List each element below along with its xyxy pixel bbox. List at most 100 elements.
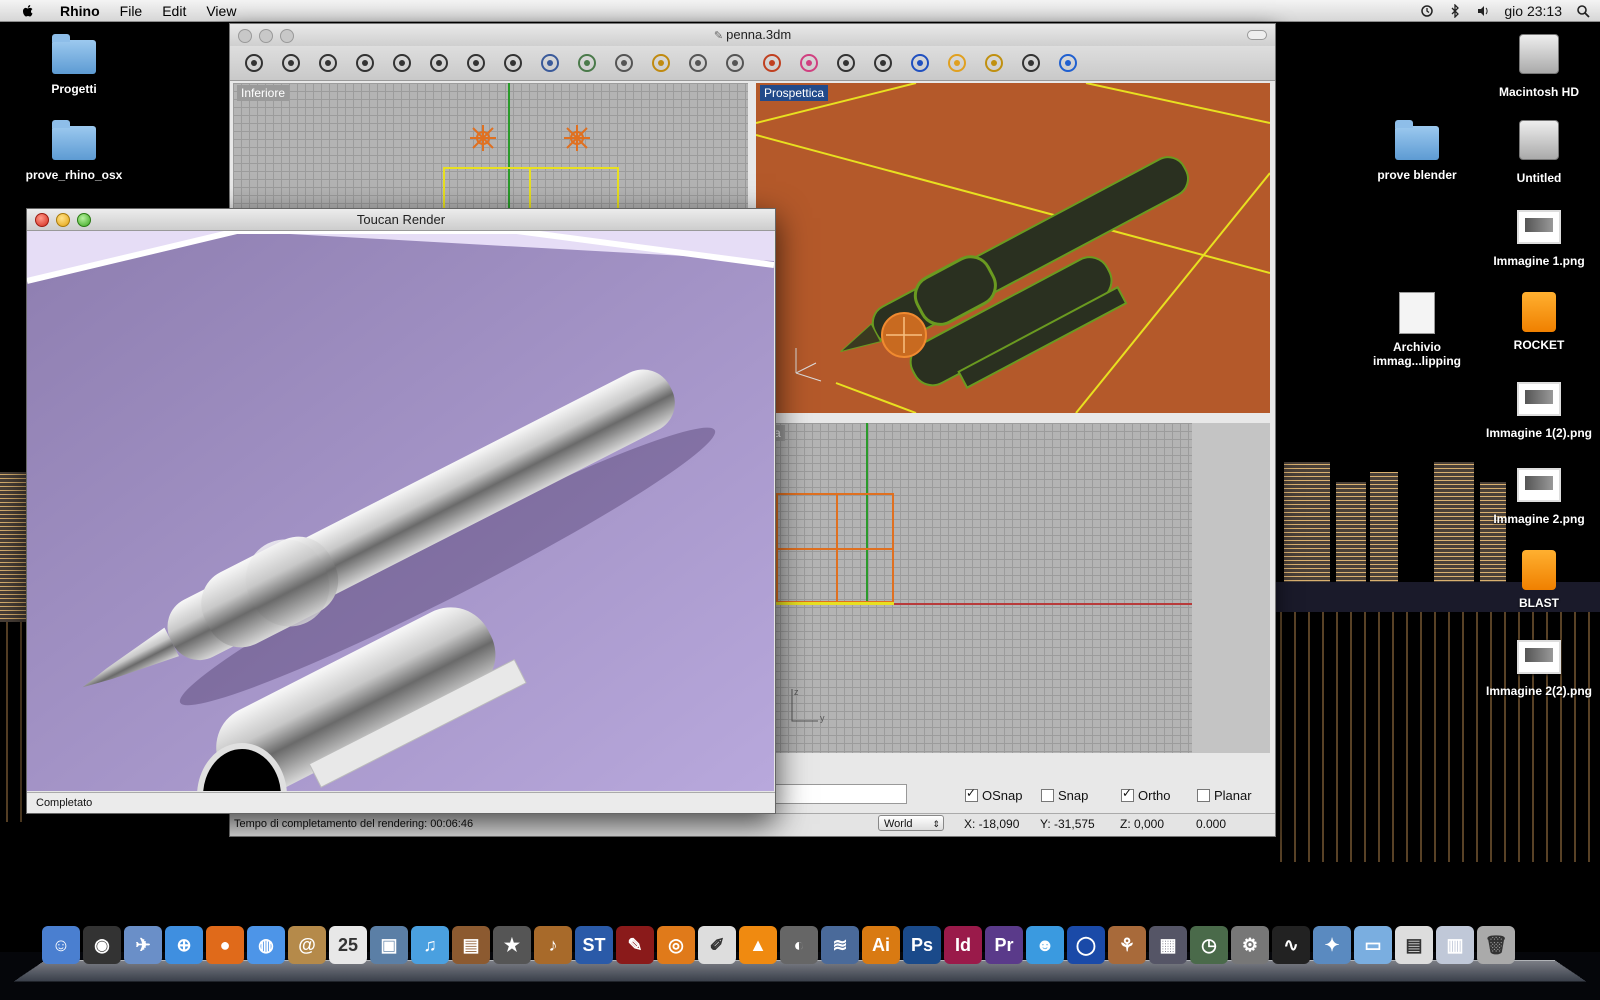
zoom-icon[interactable]	[280, 29, 294, 43]
ortho-toggle[interactable]: Ortho	[1121, 786, 1171, 803]
rhino-titlebar[interactable]: ✎ penna.3dm	[230, 24, 1275, 46]
command-input[interactable]	[775, 784, 907, 804]
lock-icon[interactable]	[721, 49, 749, 77]
desktop-icon-rocket[interactable]: ROCKET	[1484, 288, 1594, 352]
zoom-selected-icon[interactable]	[425, 49, 453, 77]
menu-edit[interactable]: Edit	[152, 3, 196, 19]
rhino-app-icon[interactable]: ✎	[616, 926, 654, 964]
desktop-icon-macintosh-hd[interactable]: Macintosh HD	[1484, 30, 1594, 99]
photo-booth-icon[interactable]: ▤	[452, 926, 490, 964]
volume-icon[interactable]	[1476, 4, 1490, 18]
snap-toggle[interactable]: Snap	[1041, 788, 1088, 803]
hand-pan-icon[interactable]	[240, 49, 268, 77]
rotate-view-icon[interactable]	[277, 49, 305, 77]
planar-toggle[interactable]: Planar	[1197, 788, 1252, 803]
osnap-toggle[interactable]: OSnap	[965, 786, 1022, 803]
minimize-icon[interactable]	[56, 213, 70, 227]
layer-icon[interactable]	[758, 49, 786, 77]
clock[interactable]: gio 23:13	[1504, 3, 1562, 19]
osnap-checkbox[interactable]	[965, 786, 978, 802]
zoom-icon[interactable]	[314, 49, 342, 77]
render-sphere-icon[interactable]	[906, 49, 934, 77]
close-icon[interactable]	[238, 29, 252, 43]
close-icon[interactable]	[35, 213, 49, 227]
apple-menu-icon[interactable]	[20, 3, 36, 19]
viewport-prospettica[interactable]: Prospettica	[756, 83, 1270, 413]
script-editor-icon[interactable]: ✐	[698, 926, 736, 964]
spotlight-search-icon[interactable]	[1576, 4, 1590, 18]
vlc-icon[interactable]: ▲	[739, 926, 777, 964]
garageband-icon[interactable]: ♪	[534, 926, 572, 964]
menu-view[interactable]: View	[196, 3, 246, 19]
stack-folder-icon[interactable]: ▭	[1354, 926, 1392, 964]
planar-checkbox[interactable]	[1197, 789, 1210, 802]
indesign-icon[interactable]: Id	[944, 926, 982, 964]
dimension-icon[interactable]	[1017, 49, 1045, 77]
minimize-icon[interactable]	[259, 29, 273, 43]
messenger-icon[interactable]: ☻	[1026, 926, 1064, 964]
itunes-icon[interactable]: ♫	[411, 926, 449, 964]
time-machine-menu-icon[interactable]	[1420, 4, 1434, 18]
bluetooth-icon[interactable]	[1448, 3, 1462, 18]
toucan-titlebar[interactable]: Toucan Render	[27, 209, 775, 231]
ichat-icon[interactable]: ◍	[247, 926, 285, 964]
grid-plane-icon[interactable]	[573, 49, 601, 77]
photoshop-icon[interactable]: Ps	[903, 926, 941, 964]
time-machine-icon[interactable]: ◷	[1190, 926, 1228, 964]
desktop-icon-immagine-1-2[interactable]: Immagine 1(2).png	[1484, 374, 1594, 440]
desktop-icon-immagine-2[interactable]: Immagine 2.png	[1484, 460, 1594, 526]
osnap-icon[interactable]	[610, 49, 638, 77]
snap-checkbox[interactable]	[1041, 789, 1054, 802]
premiere-icon[interactable]: Pr	[985, 926, 1023, 964]
iphoto-icon[interactable]: ▣	[370, 926, 408, 964]
ortho-checkbox[interactable]	[1121, 786, 1134, 802]
downloads-stack-icon[interactable]: ▥	[1436, 926, 1474, 964]
imovie-icon[interactable]: ★	[493, 926, 531, 964]
dashboard-icon[interactable]: ◉	[83, 926, 121, 964]
color-wheel-icon[interactable]	[795, 49, 823, 77]
mail-icon[interactable]: ✈	[124, 926, 162, 964]
toolbar-toggle-button[interactable]	[1247, 30, 1267, 40]
car-shaded-icon[interactable]	[536, 49, 564, 77]
desktop-icon-untitled[interactable]: Untitled	[1484, 116, 1594, 185]
viewport-label[interactable]: Inferiore	[237, 85, 290, 101]
neooffice-icon[interactable]: ≋	[821, 926, 859, 964]
activity-monitor-icon[interactable]: ∿	[1272, 926, 1310, 964]
zoom-window-icon[interactable]	[351, 49, 379, 77]
select-icon[interactable]	[943, 49, 971, 77]
cplane-select[interactable]: World ⇕	[878, 815, 944, 831]
desktop-icon-immagine-2-2[interactable]: Immagine 2(2).png	[1484, 632, 1594, 698]
desktop-icon-archivio-clipping[interactable]: Archivio immag...lipping	[1362, 288, 1472, 368]
sphere-wire-icon[interactable]	[832, 49, 860, 77]
blender-icon[interactable]: ◎	[657, 926, 695, 964]
transmission-icon[interactable]: ⚘	[1108, 926, 1146, 964]
st-design-icon[interactable]: ST	[575, 926, 613, 964]
viewport-destra[interactable]: estra zy	[756, 423, 1192, 753]
firefox-icon[interactable]: ●	[206, 926, 244, 964]
viewport-inferiore[interactable]: Inferiore	[233, 83, 748, 218]
menu-app-rhino[interactable]: Rhino	[50, 3, 110, 19]
google-earth-icon[interactable]: ◯	[1067, 926, 1105, 964]
light-bulb-icon[interactable]	[684, 49, 712, 77]
gear-icon[interactable]	[980, 49, 1008, 77]
expose-icon[interactable]: ▦	[1149, 926, 1187, 964]
menu-file[interactable]: File	[110, 3, 153, 19]
zoom-icon[interactable]	[77, 213, 91, 227]
trash-icon[interactable]: 🗑	[1477, 926, 1515, 964]
ical-icon[interactable]: 25	[329, 926, 367, 964]
gumball-icon[interactable]	[647, 49, 675, 77]
illustrator-icon[interactable]: Ai	[862, 926, 900, 964]
desktop-icon-immagine-1[interactable]: Immagine 1.png	[1484, 202, 1594, 268]
safari-icon[interactable]: ⊕	[165, 926, 203, 964]
network-utility-icon[interactable]: ✦	[1313, 926, 1351, 964]
desktop-icon-progetti[interactable]: Progetti	[19, 32, 129, 96]
sphere-mesh-icon[interactable]	[869, 49, 897, 77]
aperture-icon[interactable]: ◐	[780, 926, 818, 964]
desktop-icon-prove-blender[interactable]: prove blender	[1362, 118, 1472, 182]
address-book-icon[interactable]: @	[288, 926, 326, 964]
desktop-icon-prove-rhino-osx[interactable]: prove_rhino_osx	[19, 118, 129, 182]
zoom-extents-icon[interactable]	[388, 49, 416, 77]
undo-view-icon[interactable]	[462, 49, 490, 77]
four-viewports-icon[interactable]	[499, 49, 527, 77]
help-icon[interactable]	[1054, 49, 1082, 77]
